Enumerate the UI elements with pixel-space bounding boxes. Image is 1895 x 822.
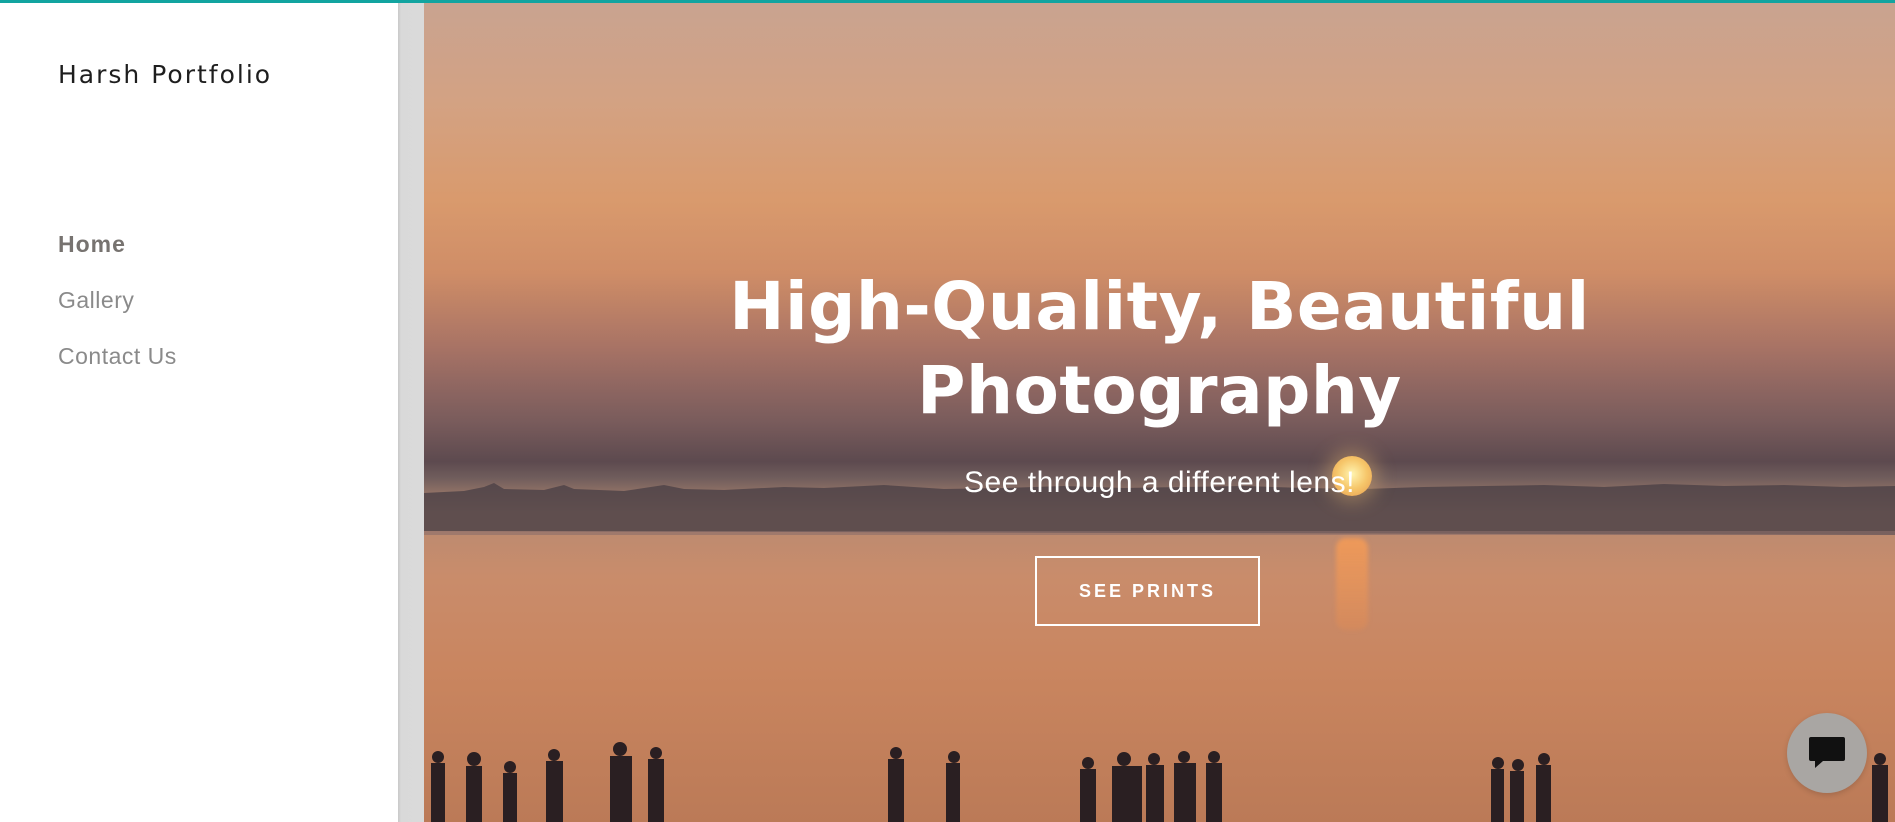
hero-title-line-1: High-Quality, Beautiful bbox=[729, 268, 1590, 345]
people-silhouettes bbox=[431, 742, 1888, 822]
sun-reflection bbox=[1336, 538, 1368, 630]
hero-title-line-2: Photography bbox=[917, 352, 1402, 429]
chat-bubble-icon bbox=[1809, 737, 1845, 768]
nav-item-gallery[interactable]: Gallery bbox=[58, 284, 177, 340]
sidebar: Harsh Portfolio Home Gallery Contact Us bbox=[0, 0, 398, 822]
hero-title: High-Quality, Beautiful Photography bbox=[424, 265, 1895, 433]
sidebar-divider bbox=[398, 0, 424, 822]
nav-item-home[interactable]: Home bbox=[58, 228, 177, 284]
hero-section: High-Quality, Beautiful Photography See … bbox=[424, 3, 1895, 822]
nav-item-contact-us[interactable]: Contact Us bbox=[58, 340, 177, 396]
top-accent-bar bbox=[0, 0, 1895, 3]
see-prints-button[interactable]: SEE PRINTS bbox=[1035, 556, 1260, 626]
chat-button[interactable] bbox=[1787, 713, 1867, 793]
site-title[interactable]: Harsh Portfolio bbox=[58, 60, 272, 89]
hero-subtitle: See through a different lens! bbox=[964, 466, 1355, 499]
main-nav: Home Gallery Contact Us bbox=[58, 228, 177, 396]
